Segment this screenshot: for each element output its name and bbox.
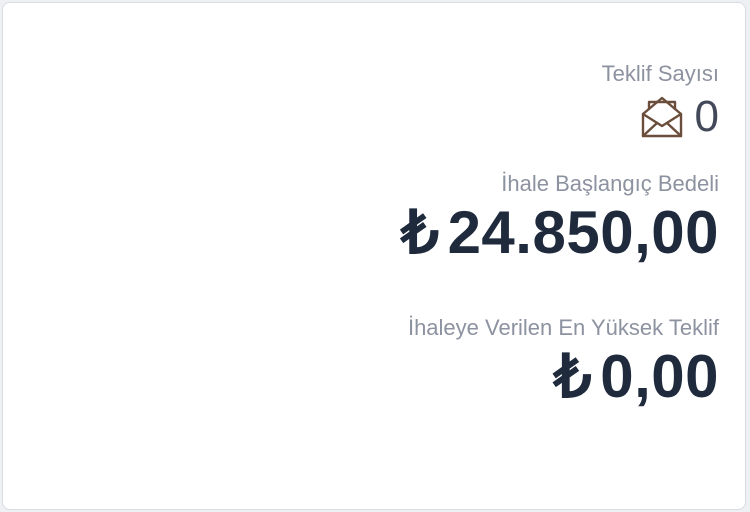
starting-price-label: İhale Başlangıç Bedeli [501,171,719,196]
open-envelope-icon [641,96,682,138]
offer-count-label: Teklif Sayısı [601,61,719,86]
highest-bid-amount: ₺ 0,00 [401,343,719,411]
starting-price-amount: ₺ 24.850,00 [401,199,719,267]
offer-count-value: 0 [694,92,719,141]
lira-currency-icon: ₺ [553,343,593,410]
starting-price-value: 24.850,00 [447,199,719,266]
auction-summary-card: Teklif Sayısı 0 İhale Başlangıç Bedeli ₺… [2,2,746,510]
lira-currency-icon: ₺ [400,199,440,266]
offer-count-row: 0 [401,91,719,143]
auction-stats: Teklif Sayısı 0 İhale Başlangıç Bedeli ₺… [401,59,719,411]
highest-bid-value: 0,00 [600,343,719,410]
highest-bid-label: İhaleye Verilen En Yüksek Teklif [407,315,719,340]
